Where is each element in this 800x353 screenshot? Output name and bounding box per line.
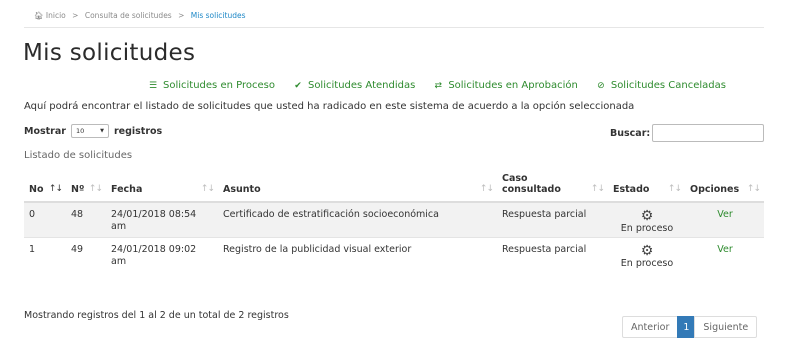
- estado-label: En proceso: [620, 223, 674, 234]
- sort-icon: ↑↓: [200, 184, 215, 194]
- cell-estado: ⚙ En proceso: [608, 236, 685, 272]
- sort-asc-icon: ↑↓: [48, 184, 63, 194]
- filter-en-proceso[interactable]: ☰ Solicitudes en Proceso: [148, 80, 275, 91]
- cell-caso: Respuesta parcial: [497, 236, 608, 272]
- sort-icon: ↑↓: [746, 184, 761, 194]
- chevron-down-icon: ▼: [100, 128, 104, 134]
- filter-canceladas[interactable]: ⊘ Solicitudes Canceladas: [596, 80, 726, 91]
- cell-no: 1: [24, 236, 66, 272]
- ver-link[interactable]: Ver: [685, 236, 764, 272]
- solicitudes-table: No ↑↓ Nº ↑↓ Fecha ↑↓ Asunto ↑↓ Caso consulta…: [24, 167, 764, 272]
- sort-icon: ↑↓: [590, 184, 605, 194]
- pagination: Anterior 1 Siguiente: [622, 316, 758, 338]
- filter-en-aprobacion[interactable]: ⇄ Solicitudes en Aprobación: [433, 80, 578, 91]
- table-info: Mostrando registros del 1 al 2 de un tot…: [24, 310, 289, 321]
- cell-asunto: Certificado de estratificación socioecon…: [218, 202, 497, 237]
- cell-num: 48: [66, 202, 106, 237]
- cell-no: 0: [24, 202, 66, 237]
- sort-icon: ↑↓: [667, 184, 682, 194]
- page-length-select[interactable]: 10 ▼: [70, 124, 109, 138]
- gear-icon: ⚙: [640, 208, 654, 224]
- length-suffix: registros: [113, 125, 163, 137]
- column-header-num[interactable]: Nº ↑↓: [66, 167, 106, 203]
- estado-label: En proceso: [620, 257, 674, 269]
- pagination-next-button[interactable]: Siguiente: [694, 316, 758, 338]
- length-control: Mostrar 10 ▼ registros: [24, 124, 162, 138]
- page-description: Aquí podrá encontrar el listado de solic…: [24, 101, 635, 112]
- filter-label: Solicitudes Atendidas: [307, 80, 416, 91]
- cell-fecha: 24/01/2018 09:02 am: [106, 236, 218, 272]
- home-icon[interactable]: 🏠︎: [34, 11, 44, 20]
- column-header-opciones[interactable]: Opciones ↑↓: [685, 167, 764, 203]
- check-icon: ✔: [294, 80, 302, 91]
- divider: [24, 27, 764, 28]
- breadcrumb-item-current: Mis solicitudes: [190, 11, 246, 20]
- column-header-fecha[interactable]: Fecha ↑↓: [106, 167, 218, 203]
- column-header-caso[interactable]: Caso consultado ↑↓: [497, 167, 608, 203]
- column-header-no[interactable]: No ↑↓: [24, 167, 66, 203]
- search-input[interactable]: [652, 124, 765, 142]
- search-control: Buscar:: [610, 124, 765, 142]
- table-row: 0 48 24/01/2018 08:54 am Certificado de …: [24, 202, 764, 237]
- exchange-icon: ⇄: [434, 80, 443, 91]
- list-icon: ☰: [148, 80, 158, 91]
- filter-bar: ☰ Solicitudes en Proceso ✔ Solicitudes A…: [148, 80, 726, 91]
- filter-label: Solicitudes Canceladas: [610, 80, 726, 91]
- page-length-value: 10: [75, 127, 85, 135]
- sort-icon: ↑↓: [479, 184, 494, 194]
- filter-atendidas[interactable]: ✔ Solicitudes Atendidas: [293, 80, 415, 91]
- filter-label: Solicitudes en Proceso: [163, 80, 275, 91]
- breadcrumb-item-consulta[interactable]: Consulta de solicitudes: [85, 11, 172, 20]
- table-row: 1 49 24/01/2018 09:02 am Registro de la …: [24, 236, 764, 272]
- breadcrumb-item-inicio[interactable]: Inicio: [46, 11, 66, 20]
- page-title: Mis solicitudes: [23, 40, 196, 66]
- ban-icon: ⊘: [597, 80, 605, 91]
- cell-num: 49: [66, 236, 106, 272]
- length-prefix: Mostrar: [24, 125, 66, 137]
- column-header-asunto[interactable]: Asunto ↑↓: [218, 167, 497, 203]
- search-label: Buscar:: [610, 127, 651, 139]
- column-header-estado[interactable]: Estado ↑↓: [608, 167, 685, 203]
- cell-asunto: Registro de la publicidad visual exterio…: [218, 236, 497, 272]
- breadcrumb-separator: >: [178, 11, 185, 20]
- pagination-prev-button[interactable]: Anterior: [622, 316, 679, 338]
- sort-icon: ↑↓: [88, 184, 103, 194]
- cell-estado: ⚙ En proceso: [608, 202, 685, 237]
- pagination-page-1[interactable]: 1: [677, 316, 696, 338]
- table-caption: Listado de solicitudes: [24, 150, 133, 161]
- breadcrumb-separator: >: [72, 11, 79, 20]
- ver-link[interactable]: Ver: [685, 202, 764, 237]
- cell-caso: Respuesta parcial: [497, 202, 608, 237]
- gear-icon: ⚙: [640, 242, 654, 259]
- cell-fecha: 24/01/2018 08:54 am: [106, 202, 218, 237]
- filter-label: Solicitudes en Aprobación: [448, 80, 578, 91]
- breadcrumb: 🏠︎ Inicio > Consulta de solicitudes > Mi…: [34, 11, 246, 20]
